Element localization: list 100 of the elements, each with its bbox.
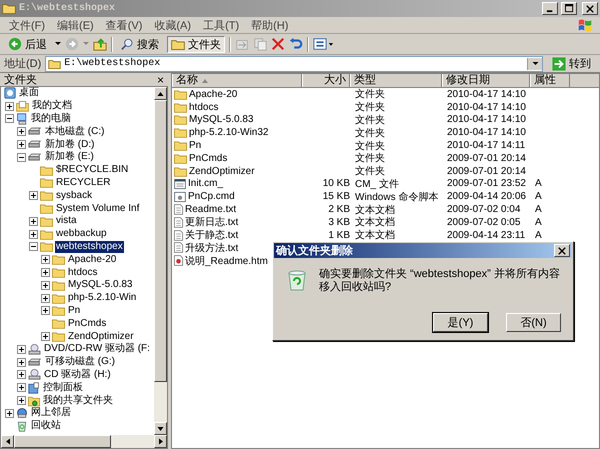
- expand-icon[interactable]: [41, 294, 50, 303]
- tree-item[interactable]: 新加卷 (D:): [44, 138, 96, 151]
- tree-item[interactable]: webtestshopex: [55, 240, 124, 253]
- close-pane-button[interactable]: ×: [156, 72, 164, 86]
- file-name[interactable]: Readme.txt: [185, 204, 236, 216]
- tree-item[interactable]: htdocs: [67, 266, 98, 279]
- maximize-button[interactable]: [561, 2, 577, 15]
- column-header[interactable]: 属性: [530, 74, 570, 87]
- up-folder-icon[interactable]: [93, 37, 107, 51]
- menu-item[interactable]: 查看(V): [100, 18, 148, 32]
- tree-item[interactable]: 我的电脑: [30, 112, 72, 125]
- expand-icon[interactable]: [29, 191, 38, 200]
- collapse-icon[interactable]: [17, 152, 26, 162]
- drive-icon: [28, 140, 42, 150]
- tree-item[interactable]: 我的共享文件夹: [42, 394, 114, 407]
- expand-icon[interactable]: [17, 344, 26, 354]
- file-name[interactable]: php-5.2.10-Win32: [189, 127, 268, 138]
- file-type: CM_ 文件: [355, 178, 399, 190]
- tree-item[interactable]: 网上邻居: [30, 407, 72, 420]
- dialog-button[interactable]: 是(Y): [433, 313, 488, 332]
- expand-icon[interactable]: [5, 408, 14, 418]
- tree-item[interactable]: ZendOptimizer: [67, 330, 135, 343]
- tree-item[interactable]: 我的文档: [31, 100, 73, 112]
- file-type: 文件夹: [355, 115, 385, 126]
- file-name[interactable]: Pn: [189, 140, 202, 152]
- expand-icon[interactable]: [41, 280, 50, 290]
- tree-item[interactable]: webbackup: [55, 228, 108, 240]
- file-name[interactable]: 说明_Readme.htm: [185, 254, 268, 268]
- menu-item[interactable]: 文件(F): [4, 18, 50, 32]
- menu-item[interactable]: 编辑(E): [52, 18, 99, 32]
- file-name[interactable]: PnCmds: [189, 152, 228, 164]
- tree-item[interactable]: 本地磁盘 (C:): [44, 126, 106, 138]
- tree-item[interactable]: php-5.2.10-Win: [67, 292, 138, 304]
- menu-item[interactable]: 工具(T): [198, 18, 244, 32]
- caret-icon[interactable]: [55, 42, 61, 46]
- folder-icon: [40, 241, 53, 252]
- tree-item[interactable]: PnCmds: [67, 318, 108, 330]
- expand-icon[interactable]: [41, 332, 50, 342]
- file-type: 文件夹: [355, 102, 385, 114]
- undo-icon[interactable]: [289, 37, 303, 51]
- tree-item[interactable]: sysback: [55, 190, 94, 202]
- close-button[interactable]: [582, 2, 598, 15]
- file-name[interactable]: 关于静态.txt: [185, 228, 238, 242]
- dropdown-button[interactable]: [527, 58, 542, 70]
- tree-item[interactable]: System Volume Inf: [55, 202, 140, 215]
- collapse-icon[interactable]: [29, 242, 38, 252]
- file-name[interactable]: ZendOptimizer: [189, 166, 255, 177]
- file-name[interactable]: 升级方法.txt: [185, 240, 238, 255]
- column-header[interactable]: 修改日期: [442, 74, 530, 87]
- file-size: 15 KB: [322, 191, 350, 202]
- expand-icon[interactable]: [41, 268, 50, 278]
- file-type: 文件夹: [355, 128, 385, 139]
- collapse-icon[interactable]: [5, 114, 14, 124]
- tree-item[interactable]: 回收站: [30, 420, 62, 432]
- tree-item[interactable]: Apache-20: [67, 254, 118, 266]
- expand-icon[interactable]: [17, 358, 26, 367]
- file-date: 2009-07-01 20:14: [447, 152, 526, 164]
- file-name[interactable]: Apache-20: [189, 88, 238, 100]
- expand-icon[interactable]: [41, 255, 50, 264]
- tree-item[interactable]: $RECYCLE.BIN: [55, 164, 130, 176]
- tree-item[interactable]: RECYCLER: [55, 176, 112, 189]
- menu-item[interactable]: 帮助(H): [246, 18, 294, 32]
- tree-item[interactable]: Pn: [67, 304, 82, 317]
- expand-icon[interactable]: [17, 396, 26, 406]
- views-icon[interactable]: [313, 37, 334, 51]
- vertical-scrollbar[interactable]: [154, 87, 167, 435]
- minimize-button[interactable]: [542, 2, 558, 15]
- dialog-button[interactable]: 否(N): [506, 313, 561, 332]
- tree-item[interactable]: DVD/CD-RW 驱动器 (F:: [43, 343, 151, 356]
- expand-icon[interactable]: [17, 140, 26, 150]
- expand-icon[interactable]: [29, 230, 38, 239]
- file-name[interactable]: 更新日志.txt: [185, 215, 238, 230]
- file-name[interactable]: htdocs: [189, 102, 218, 113]
- address-field[interactable]: E:\webtestshopex: [45, 56, 543, 72]
- expand-icon[interactable]: [29, 216, 38, 226]
- folders-button[interactable]: 文件夹: [167, 36, 225, 52]
- horizontal-scrollbar[interactable]: [0, 435, 168, 449]
- search-button[interactable]: 搜索: [117, 36, 163, 52]
- tree-item[interactable]: vista: [55, 215, 78, 228]
- expand-icon[interactable]: [17, 383, 26, 392]
- file-name[interactable]: Init.cm_: [188, 178, 224, 190]
- go-button[interactable]: 转到: [547, 55, 596, 72]
- column-header[interactable]: 类型: [350, 74, 442, 87]
- expand-icon[interactable]: [5, 102, 14, 111]
- tree-item[interactable]: MySQL-5.0.83: [67, 279, 134, 292]
- tree-item[interactable]: 桌面: [18, 87, 40, 100]
- expand-icon[interactable]: [41, 306, 50, 316]
- close-button[interactable]: [554, 244, 570, 257]
- tree-item[interactable]: 新加卷 (E:): [44, 151, 95, 164]
- column-header[interactable]: 大小: [302, 74, 350, 87]
- back-button[interactable]: 后退: [4, 36, 51, 52]
- tree-item[interactable]: CD 驱动器 (H:): [43, 368, 112, 381]
- file-name[interactable]: MySQL-5.0.83: [189, 114, 254, 126]
- menu-item[interactable]: 收藏(A): [149, 18, 196, 32]
- expand-icon[interactable]: [17, 370, 26, 380]
- tree-item[interactable]: 可移动磁盘 (G:): [44, 356, 116, 368]
- file-name[interactable]: PnCp.cmd: [188, 191, 235, 202]
- expand-icon[interactable]: [17, 127, 26, 136]
- delete-icon[interactable]: [271, 37, 285, 51]
- tree-item[interactable]: 控制面板: [42, 382, 84, 394]
